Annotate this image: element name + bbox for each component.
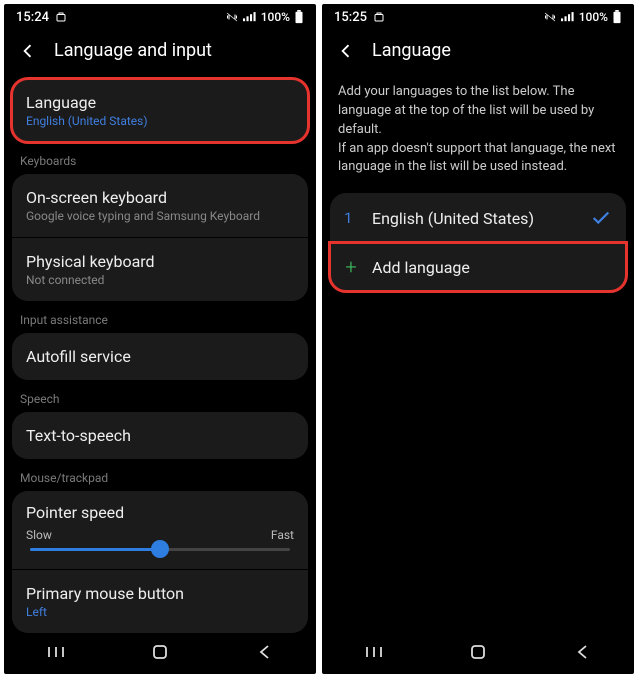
screenshot-icon — [55, 11, 67, 23]
language-name: English (United States) — [372, 209, 576, 228]
primary-mouse-row[interactable]: Primary mouse button Left — [12, 570, 308, 633]
physical-keyboard-subtitle: Not connected — [26, 273, 294, 287]
primary-mouse-title: Primary mouse button — [26, 584, 294, 603]
back-icon[interactable] — [18, 41, 38, 61]
battery-icon — [612, 10, 622, 24]
screenshot-icon — [373, 11, 385, 23]
tts-row[interactable]: Text-to-speech — [12, 412, 308, 459]
status-bar: 15:25 100% — [322, 4, 634, 30]
home-button[interactable] — [149, 641, 171, 663]
slider-slow-label: Slow — [26, 528, 52, 542]
language-row[interactable]: Language English (United States) — [12, 79, 308, 142]
home-button[interactable] — [467, 641, 489, 663]
navigation-bar — [4, 630, 316, 674]
signal-icon — [243, 11, 257, 23]
plus-icon: + — [344, 257, 358, 277]
autofill-row[interactable]: Autofill service — [12, 333, 308, 380]
onscreen-keyboard-title: On-screen keyboard — [26, 188, 294, 207]
back-icon[interactable] — [336, 41, 356, 61]
pointer-speed-title: Pointer speed — [26, 503, 294, 522]
slider-thumb[interactable] — [151, 540, 169, 558]
physical-keyboard-title: Physical keyboard — [26, 252, 294, 271]
header: Language — [322, 30, 634, 79]
section-input-assistance: Input assistance — [4, 301, 316, 333]
recents-button[interactable] — [363, 641, 385, 663]
pointer-speed-slider[interactable] — [30, 548, 290, 551]
section-keyboards: Keyboards — [4, 142, 316, 174]
language-subtitle: English (United States) — [26, 114, 294, 128]
recents-button[interactable] — [45, 641, 67, 663]
add-language-label: Add language — [372, 258, 612, 277]
check-icon — [590, 207, 612, 229]
section-mouse: Mouse/trackpad — [4, 459, 316, 491]
vibrate-icon — [543, 11, 557, 23]
slider-fast-label: Fast — [271, 528, 294, 542]
autofill-title: Autofill service — [26, 347, 294, 366]
header: Language and input — [4, 30, 316, 79]
language-title: Language — [26, 93, 294, 112]
navigation-bar — [322, 630, 634, 674]
onscreen-keyboard-subtitle: Google voice typing and Samsung Keyboard — [26, 209, 294, 223]
add-language-row[interactable]: + Add language — [330, 243, 626, 291]
description-text: Add your languages to the list below. Th… — [322, 79, 634, 193]
back-button[interactable] — [571, 641, 593, 663]
battery-percent: 100% — [261, 10, 290, 24]
section-speech: Speech — [4, 380, 316, 412]
signal-icon — [561, 11, 575, 23]
page-title: Language — [372, 40, 451, 61]
status-time: 15:25 — [334, 10, 367, 25]
physical-keyboard-row[interactable]: Physical keyboard Not connected — [12, 238, 308, 301]
status-time: 15:24 — [16, 10, 49, 25]
battery-icon — [294, 10, 304, 24]
screen-language-and-input: 15:24 100% Language and input Language E… — [4, 4, 316, 674]
screen-language: 15:25 100% Language Add your languages t… — [322, 4, 634, 674]
battery-percent: 100% — [579, 10, 608, 24]
pointer-speed-row: Pointer speed Slow Fast — [12, 491, 308, 569]
onscreen-keyboard-row[interactable]: On-screen keyboard Google voice typing a… — [12, 174, 308, 237]
status-bar: 15:24 100% — [4, 4, 316, 30]
language-index: 1 — [344, 209, 358, 227]
language-item-1[interactable]: 1 English (United States) — [330, 193, 626, 243]
tts-title: Text-to-speech — [26, 426, 294, 445]
vibrate-icon — [225, 11, 239, 23]
back-button[interactable] — [253, 641, 275, 663]
primary-mouse-subtitle: Left — [26, 605, 294, 619]
page-title: Language and input — [54, 40, 212, 61]
